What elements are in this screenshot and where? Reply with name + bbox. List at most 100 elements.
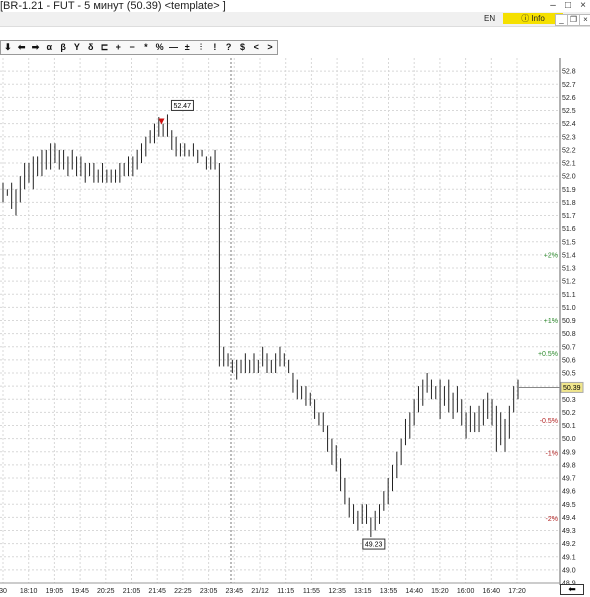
toolbar-button-right-arrow[interactable]: ➡ (29, 41, 43, 54)
x-tick-label: 23:05 (200, 588, 218, 595)
toolbar-button-grid[interactable]: ⫶ (194, 41, 208, 54)
toolbar-button-prev[interactable]: < (249, 41, 263, 54)
y-tick-label: 49.8 (562, 462, 576, 469)
y-tick-label: 50.3 (562, 397, 576, 404)
maximize-button[interactable]: □ (561, 0, 575, 11)
mdi-close-button[interactable]: × (579, 14, 590, 26)
toolbar-button-left-arrow[interactable]: ⬅ (15, 41, 29, 54)
toolbar-button-down-arrow[interactable]: ⬇ (1, 41, 15, 54)
close-button[interactable]: × (576, 0, 590, 11)
low-label: 49.23 (365, 542, 383, 549)
x-tick-label: 13:15 (354, 588, 372, 595)
toolbar-button-bracket[interactable]: ⊏ (98, 41, 112, 54)
toolbar-button-exclamation[interactable]: ! (208, 41, 222, 54)
y-tick-label: 51.7 (562, 213, 576, 220)
y-tick-label: 51.5 (562, 239, 576, 246)
y-tick-label: 49.5 (562, 502, 576, 509)
toolbar-button-plus[interactable]: + (111, 41, 125, 54)
y-tick-label: 52.5 (562, 108, 576, 115)
x-tick-label: 20:25 (97, 588, 115, 595)
x-tick-label: 22:25 (174, 588, 192, 595)
y-tick-label: 52.1 (562, 161, 576, 168)
x-tick-label: 21:05 (123, 588, 141, 595)
y-tick-label: 49.3 (562, 528, 576, 535)
y-tick-label: 52.8 (562, 69, 576, 76)
minimize-button[interactable]: – (546, 0, 560, 11)
last-price-label: 50.39 (563, 385, 581, 392)
y-tick-label: 50.8 (562, 331, 576, 338)
toolbar-button-plusminus[interactable]: ± (180, 41, 194, 54)
x-tick-label: 21/12 (251, 588, 269, 595)
y-tick-label: 51.0 (562, 305, 576, 312)
y-tick-label: 49.9 (562, 449, 576, 456)
y-tick-label: 51.1 (562, 292, 576, 299)
y-tick-label: 51.2 (562, 279, 576, 286)
y-tick-label: 50.7 (562, 344, 576, 351)
y-tick-label: 49.1 (562, 554, 576, 561)
high-label: 52.47 (173, 103, 191, 110)
y-tick-label: 51.3 (562, 266, 576, 273)
y-tick-label: 52.0 (562, 174, 576, 181)
y-tick-label: 50.0 (562, 436, 576, 443)
x-tick-label: 23:45 (226, 588, 244, 595)
toolbar-button-alpha[interactable]: α (42, 41, 56, 54)
toolbar-button-next[interactable]: > (263, 41, 277, 54)
percent-level-label: +0.5% (538, 351, 558, 358)
toolbar-button-question[interactable]: ? (222, 41, 236, 54)
x-tick-label: 18:10 (20, 588, 38, 595)
toolbar-button-dollar[interactable]: $ (236, 41, 250, 54)
toolbar-button-hline[interactable]: — (167, 41, 181, 54)
y-tick-label: 49.7 (562, 476, 576, 483)
y-tick-label: 52.6 (562, 95, 576, 102)
y-tick-label: 52.7 (562, 82, 576, 89)
drawing-toolbar: ⬇ ⬅ ➡ α β Y δ ⊏ + − * % — ± ⫶ ! ? $ < > (0, 40, 278, 55)
window-titlebar: [BR-1.21 - FUT - 5 минут (50.39) <templa… (0, 0, 590, 12)
x-tick-label: 17:20 (508, 588, 526, 595)
x-tick-label: 14:40 (405, 588, 423, 595)
toolbar-button-percent[interactable]: % (153, 41, 167, 54)
x-tick-label: 15:20 (431, 588, 449, 595)
toolbar-button-y[interactable]: Y (70, 41, 84, 54)
y-tick-label: 51.9 (562, 187, 576, 194)
y-tick-label: 51.6 (562, 226, 576, 233)
toolbar-button-delta[interactable]: δ (84, 41, 98, 54)
y-tick-label: 50.6 (562, 357, 576, 364)
percent-level-label: -2% (546, 516, 558, 523)
toolbar-button-minus[interactable]: − (125, 41, 139, 54)
x-tick-label: 12:35 (328, 588, 346, 595)
y-tick-label: 52.2 (562, 147, 576, 154)
y-tick-label: 52.4 (562, 121, 576, 128)
toolbar-button-beta[interactable]: β (56, 41, 70, 54)
window-title: [BR-1.21 - FUT - 5 минут (50.39) <templa… (0, 0, 226, 12)
y-tick-label: 50.5 (562, 371, 576, 378)
y-tick-label: 49.2 (562, 541, 576, 548)
x-tick-label: 30 (0, 588, 7, 595)
y-tick-label: 52.3 (562, 134, 576, 141)
percent-level-label: -1% (546, 451, 558, 458)
y-tick-label: 50.1 (562, 423, 576, 430)
percent-level-label: -0.5% (540, 418, 558, 425)
x-tick-label: 13:55 (380, 588, 398, 595)
y-tick-label: 50.9 (562, 318, 576, 325)
info-button[interactable]: ⓘ Info (503, 13, 563, 24)
x-tick-label: 21:45 (148, 588, 166, 595)
toolbar-button-asterisk[interactable]: * (139, 41, 153, 54)
x-tick-label: 19:05 (46, 588, 64, 595)
scroll-left-arrow-icon[interactable]: ⬅ (560, 584, 584, 595)
signal-marker-icon (158, 118, 165, 125)
x-tick-label: 11:15 (277, 588, 294, 595)
x-tick-label: 16:00 (457, 588, 475, 595)
x-tick-label: 19:45 (71, 588, 89, 595)
percent-level-label: +2% (544, 252, 558, 259)
menu-bar: EN ⓘ Info _ ❐ × (0, 12, 590, 27)
y-tick-label: 49.6 (562, 489, 576, 496)
y-tick-label: 50.2 (562, 410, 576, 417)
y-tick-label: 49.0 (562, 567, 576, 574)
y-tick-label: 51.4 (562, 252, 576, 259)
x-tick-label: 16:40 (483, 588, 501, 595)
y-tick-label: 51.8 (562, 200, 576, 207)
language-selector[interactable]: EN (484, 13, 495, 25)
price-chart[interactable]: 30 18:10 19:05 19:45 20:25 21:05 21:45 22:25 23:… (0, 54, 590, 597)
y-tick-label: 49.4 (562, 515, 576, 522)
percent-level-label: +1% (544, 318, 558, 325)
